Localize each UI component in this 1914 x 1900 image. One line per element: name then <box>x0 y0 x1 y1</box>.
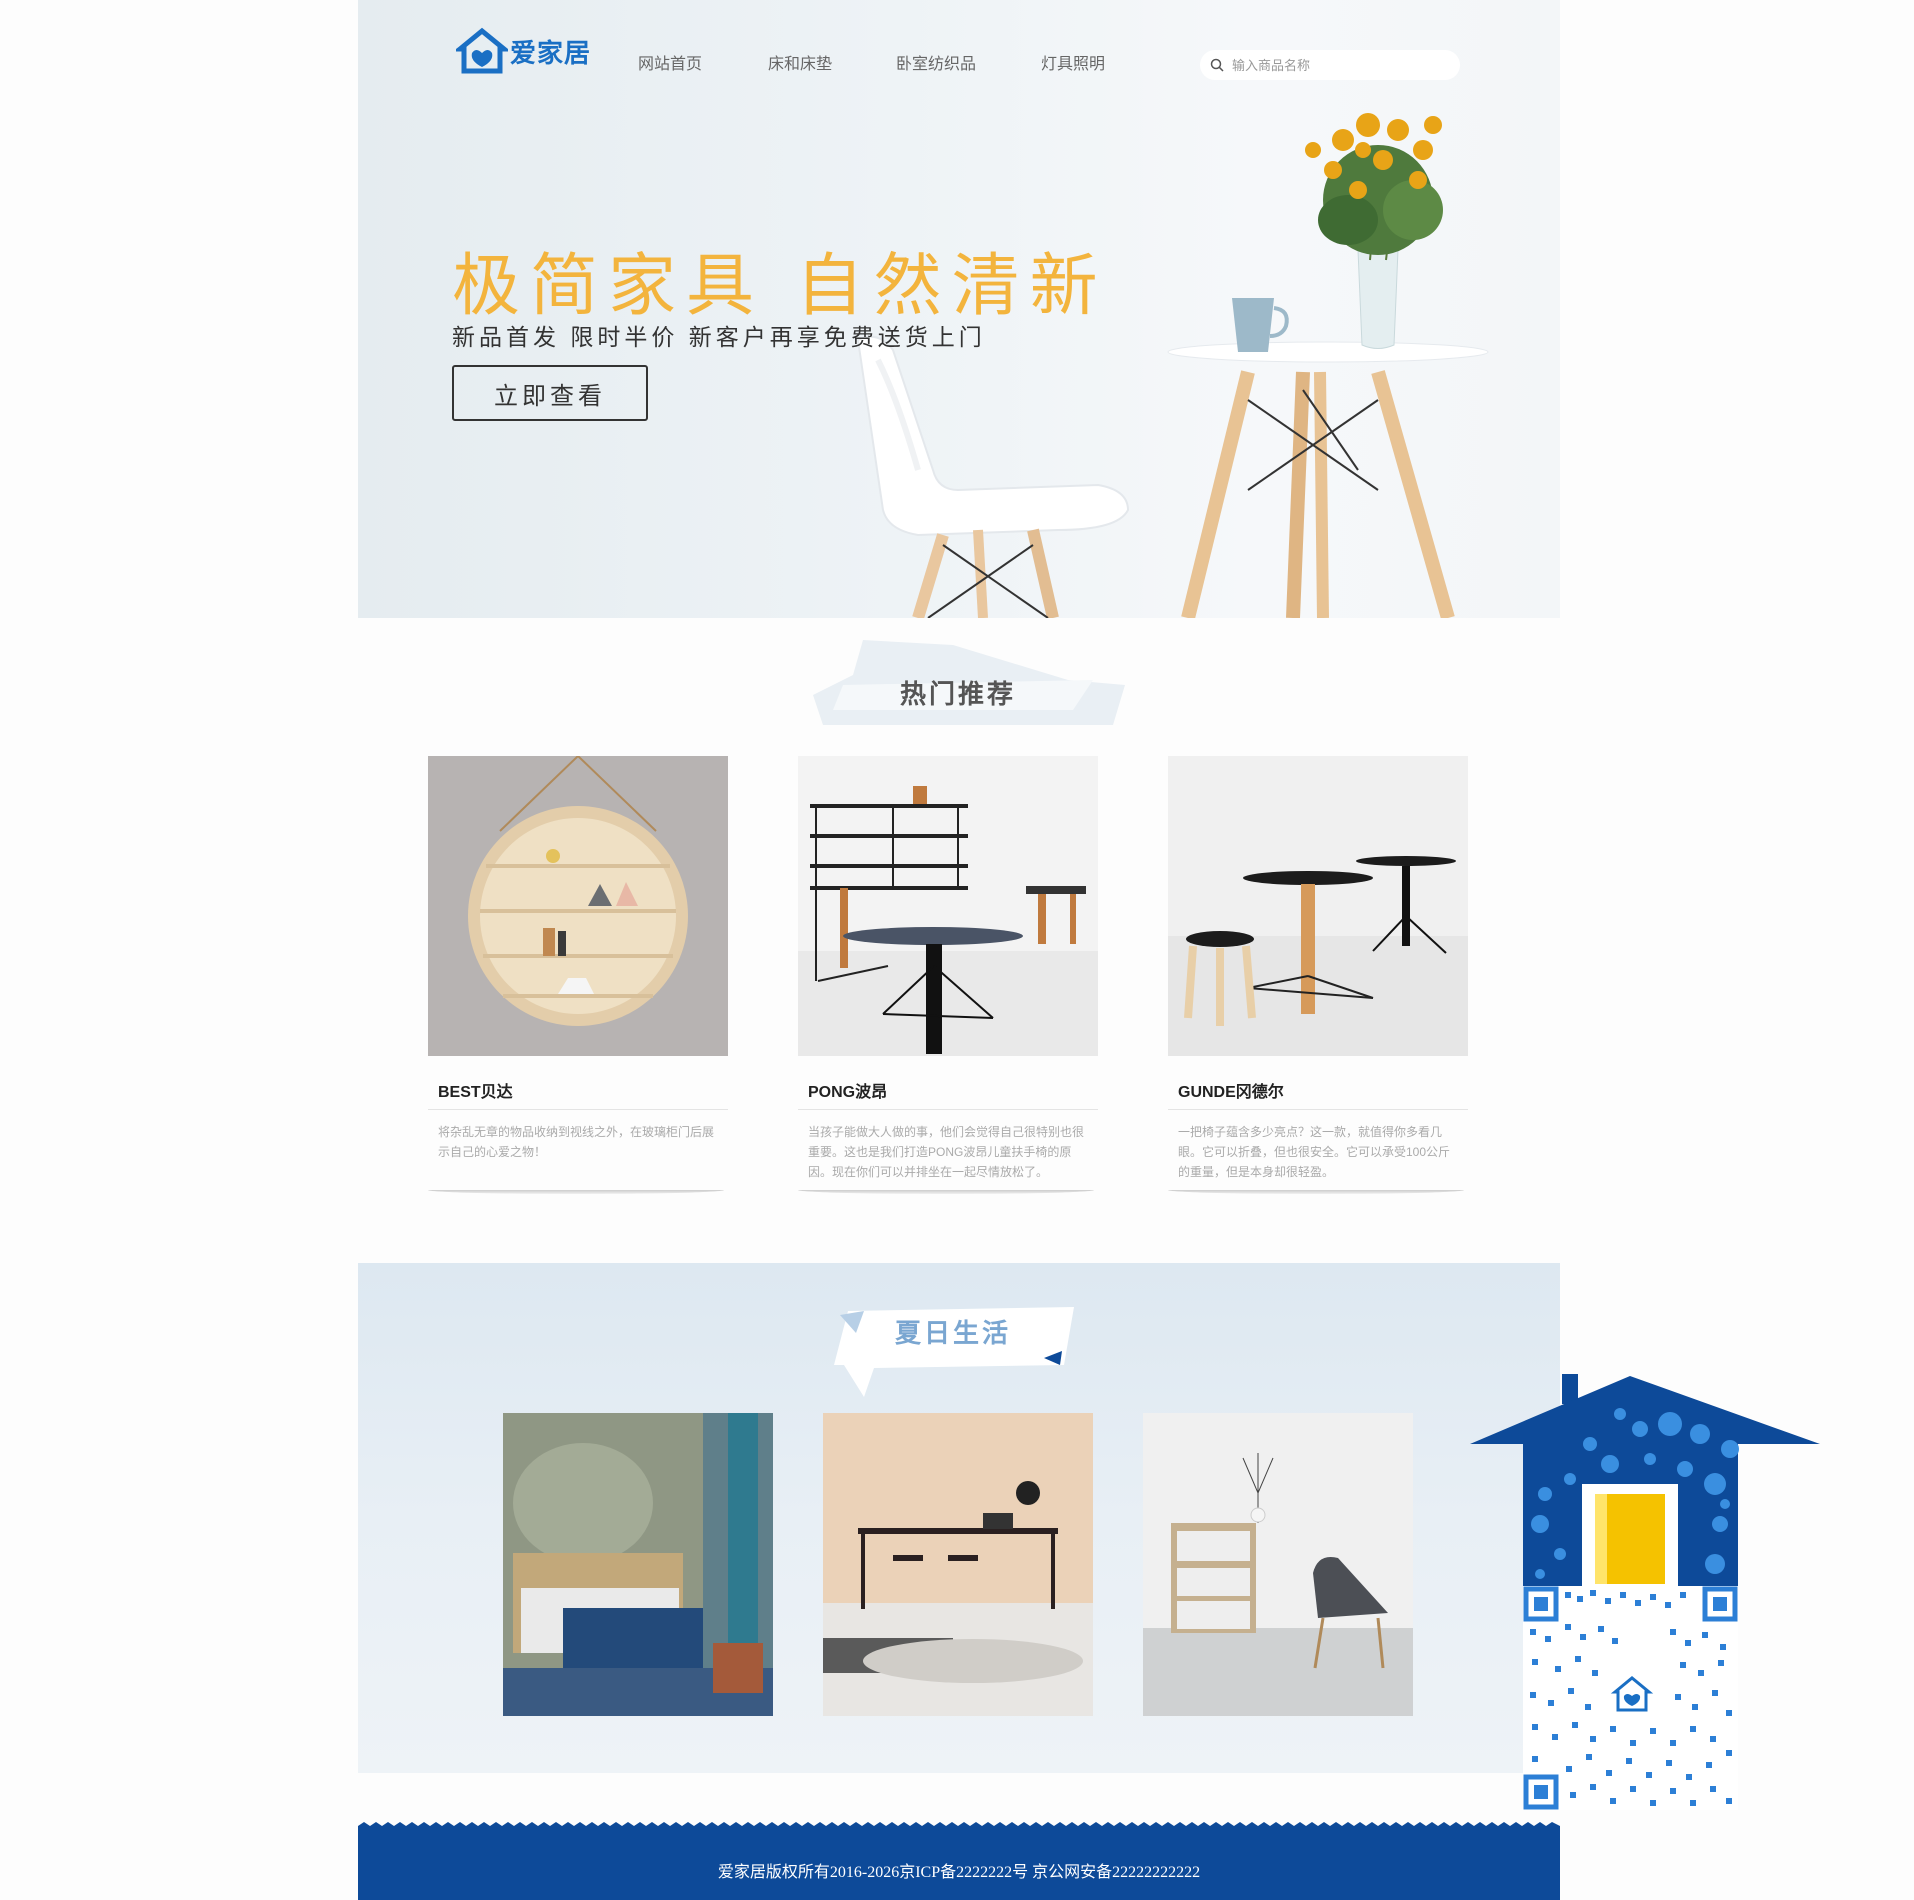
divider <box>1168 1109 1468 1110</box>
product-image-gunde[interactable] <box>1168 756 1468 1056</box>
search-box[interactable] <box>1200 50 1460 80</box>
qr-code-house-widget[interactable] <box>1470 1374 1820 1810</box>
nav-home[interactable]: 网站首页 <box>638 50 702 74</box>
summer-section: 夏日生活 <box>358 1263 1560 1773</box>
product-card-pong[interactable]: PONG波昂 当孩子能做大人做的事，他们会觉得自己很特别也很重要。这也是我们打造… <box>798 756 1098 1196</box>
product-desc-pong: 当孩子能做大人做的事，他们会觉得自己很特别也很重要。这也是我们打造PONG波昂儿… <box>808 1125 1085 1179</box>
divider <box>798 1109 1098 1110</box>
product-desc-gunde: 一把椅子蕴含多少亮点？这一款，就值得你多看几眼。它可以折叠，但也很安全。它可以承… <box>1178 1125 1451 1179</box>
product-name-best[interactable]: BEST贝达 <box>438 1078 513 1102</box>
divider <box>428 1109 728 1110</box>
product-image-best[interactable] <box>428 756 728 1056</box>
product-desc-best: 将杂乱无章的物品收纳到视线之外，在玻璃柜门后展示自己的心爱之物！ <box>438 1125 715 1159</box>
product-card-gunde[interactable]: GUNDE冈德尔 一把椅子蕴含多少亮点？这一款，就值得你多看几眼。它可以折叠，但… <box>1168 756 1468 1196</box>
page: 爱家居 网站首页 床和床垫 卧室纺织品 灯具照明 极简家具 自然清新 新品首发 … <box>358 0 1560 1900</box>
hero-banner: 爱家居 网站首页 床和床垫 卧室纺织品 灯具照明 极简家具 自然清新 新品首发 … <box>358 0 1560 618</box>
summer-section-title: 夏日生活 <box>895 1318 1012 1348</box>
brand-name: 爱家居 <box>510 37 592 68</box>
search-input[interactable] <box>1230 56 1434 74</box>
product-image-pong[interactable] <box>798 756 1098 1056</box>
footer: 爱家居版权所有2016-2026京ICP备2222222号 京公网安备22222… <box>358 1830 1560 1900</box>
nav-beds[interactable]: 床和床垫 <box>768 50 832 74</box>
summer-image-desk[interactable] <box>823 1413 1093 1716</box>
summer-image-bedroom[interactable] <box>503 1413 773 1716</box>
hero-subtitle: 新品首发 限时半价 新客户再享免费送货上门 <box>452 324 986 350</box>
house-logo-icon <box>456 27 508 74</box>
product-name-pong[interactable]: PONG波昂 <box>808 1078 887 1102</box>
footer-copyright: 爱家居版权所有2016-2026京ICP备2222222号 京公网安备22222… <box>717 1864 1201 1881</box>
summer-image-shelf[interactable] <box>1143 1413 1413 1716</box>
top-navigation: 爱家居 网站首页 床和床垫 卧室纺织品 灯具照明 <box>358 0 1560 120</box>
view-now-button[interactable]: 立即查看 <box>452 365 648 421</box>
nav-lighting[interactable]: 灯具照明 <box>1041 50 1105 74</box>
card-shadow <box>428 1190 724 1194</box>
hot-section-title: 热门推荐 <box>900 679 1017 709</box>
logo[interactable]: 爱家居 <box>456 26 591 76</box>
product-name-gunde[interactable]: GUNDE冈德尔 <box>1178 1078 1284 1102</box>
product-card-best[interactable]: BEST贝达 将杂乱无章的物品收纳到视线之外，在玻璃柜门后展示自己的心爱之物！ <box>428 756 728 1196</box>
search-icon <box>1210 58 1224 72</box>
hero-title: 极简家具 自然清新 <box>452 247 1108 326</box>
card-shadow <box>798 1190 1094 1194</box>
nav-bedroom-textiles[interactable]: 卧室纺织品 <box>896 50 976 74</box>
card-shadow <box>1168 1190 1464 1194</box>
